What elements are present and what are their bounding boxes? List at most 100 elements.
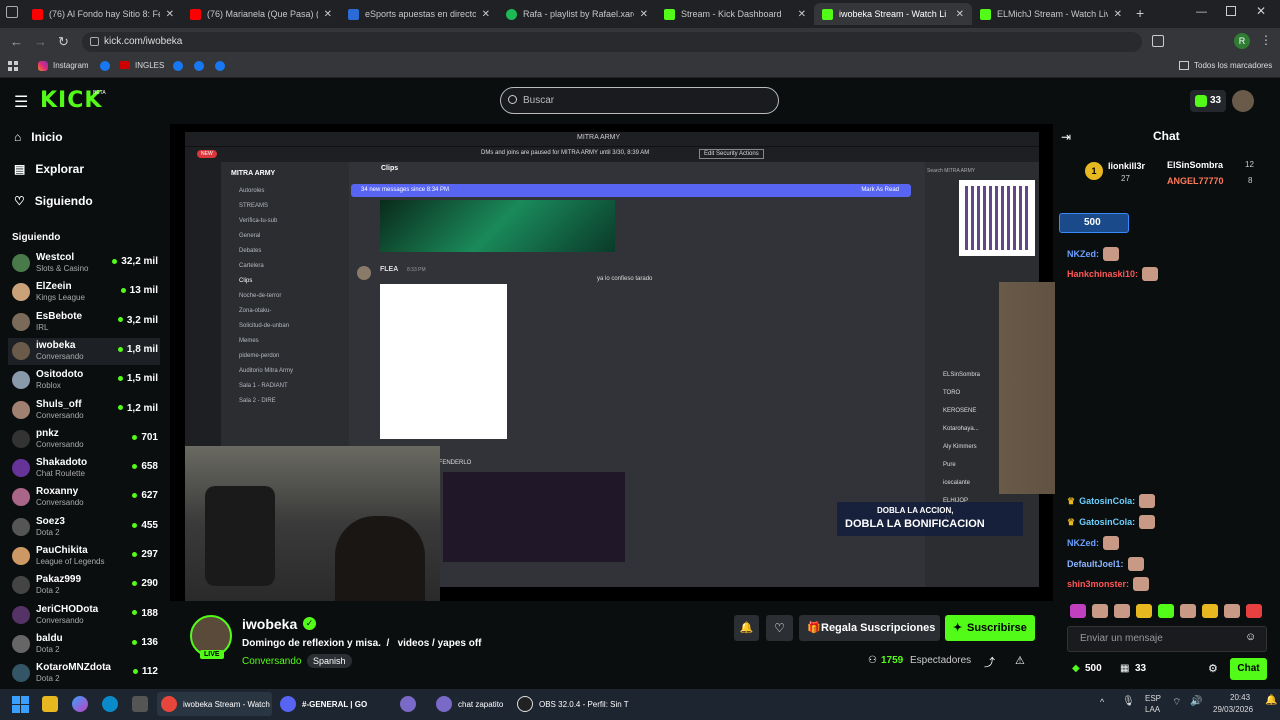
taskbar-app[interactable] — [400, 692, 422, 716]
minimize-icon[interactable]: — — [1196, 6, 1207, 18]
discord-channel-item[interactable]: pideme-perdon — [239, 353, 279, 359]
tray-chevron-icon[interactable]: ^ — [1100, 697, 1104, 707]
emote[interactable] — [1070, 604, 1086, 618]
edge-icon[interactable] — [102, 692, 124, 716]
emote[interactable] — [1202, 604, 1218, 618]
copilot-icon[interactable] — [72, 692, 94, 716]
browser-tab-3[interactable]: eSports apuestas en directo ✕ — [340, 3, 498, 25]
close-tab-icon[interactable]: ✕ — [324, 9, 332, 20]
emote[interactable] — [1092, 604, 1108, 618]
browser-tab-5[interactable]: Stream - Kick Dashboard ✕ — [656, 3, 814, 25]
following-channel[interactable]: KotaroMNZdota Dota 2 112 — [8, 660, 160, 687]
close-tab-icon[interactable]: ✕ — [166, 9, 174, 20]
clock-time[interactable]: 20:43 — [1230, 693, 1250, 702]
browser-tab-1[interactable]: (76) Al Fondo hay Sitio 8: Ferna✕ — [24, 3, 182, 25]
profile-avatar[interactable]: R — [1234, 33, 1250, 49]
search-input[interactable]: Buscar — [500, 87, 779, 114]
close-tab-icon[interactable]: ✕ — [1114, 9, 1122, 20]
subscribe-button[interactable]: ✦ Suscribirse — [945, 615, 1035, 641]
emote[interactable] — [1224, 604, 1240, 618]
discord-channel-item[interactable]: Debates — [239, 248, 261, 254]
volume-icon[interactable]: 🔊 — [1190, 696, 1202, 707]
report-icon[interactable]: ⚠ — [1015, 654, 1025, 667]
discord-channel-item[interactable]: Noche-de-terror — [239, 293, 281, 299]
discord-channel-item[interactable]: Memes — [239, 338, 259, 344]
following-channel[interactable]: Westcol Slots & Casino 32,2 mil — [8, 250, 160, 277]
nav-inicio[interactable]: ⌂ Inicio — [14, 130, 63, 144]
clock-date[interactable]: 29/03/2026 — [1213, 705, 1253, 714]
following-channel[interactable]: Shuls_off Conversando 1,2 mil — [8, 397, 160, 424]
new-messages-bar[interactable]: 34 new messages since 8:34 PM Mark As Re… — [351, 184, 911, 197]
send-chat-button[interactable]: Chat — [1230, 658, 1267, 680]
gift-subs-button[interactable]: 🎁 Regala Suscripciones — [799, 615, 940, 641]
emote[interactable] — [1136, 604, 1152, 618]
points-goal[interactable]: 500 — [1059, 213, 1129, 233]
facebook-icon[interactable] — [100, 61, 110, 71]
browser-tab-6-active[interactable]: iwobeka Stream - Watch Li ✕ — [814, 3, 972, 25]
file-explorer-icon[interactable] — [42, 692, 64, 716]
language-indicator-2[interactable]: LAA — [1145, 705, 1160, 714]
discord-channel-item[interactable]: Sala 2 - DIRE — [239, 398, 276, 404]
maximize-icon[interactable] — [1226, 6, 1236, 16]
collapse-chat-icon[interactable]: ⇥ — [1061, 130, 1071, 144]
streamer-name[interactable]: iwobeka — [242, 616, 297, 632]
emote[interactable] — [1114, 604, 1130, 618]
stream-category[interactable]: Conversando — [242, 656, 301, 667]
discord-channel-item[interactable]: Sala 1 - RADIANT — [239, 383, 288, 389]
leader-name[interactable]: lionkill3r — [1108, 161, 1145, 171]
back-icon[interactable]: ← — [10, 34, 23, 49]
notifications-icon[interactable]: 🔔 — [1265, 695, 1277, 706]
discord-channel-item[interactable]: Cartelera — [239, 263, 264, 269]
reload-icon[interactable]: ↻ — [58, 34, 69, 50]
forward-icon[interactable]: → — [34, 34, 47, 49]
following-channel[interactable]: iwobeka Conversando 1,8 mil — [8, 337, 160, 365]
taskbar-discord[interactable]: #-GENERAL | GO — [280, 692, 367, 716]
follow-heart-icon[interactable]: ♡ — [766, 615, 793, 641]
new-tab-icon[interactable]: + — [1136, 5, 1144, 21]
video-player[interactable]: MITRA ARMY NEW DMs and joins are paused … — [170, 124, 1280, 601]
points-count[interactable]: 500 — [1085, 663, 1102, 674]
hamburger-menu-icon[interactable]: ☰ — [14, 92, 28, 112]
discord-member[interactable]: icecalante — [943, 480, 970, 486]
kicks-count[interactable]: 33 — [1135, 663, 1146, 674]
discord-channel-item[interactable]: Clips — [239, 278, 252, 284]
windows-start-icon[interactable] — [12, 692, 29, 716]
discord-channel-item[interactable]: Auditorio Mitra Army — [239, 368, 293, 374]
discord-member[interactable]: Aly Kimmers — [943, 444, 977, 450]
discord-channel-item[interactable]: Solicitud-de-unban — [239, 323, 289, 329]
url-bar[interactable]: kick.com/iwobeka — [82, 32, 1142, 52]
bookmark-ingles[interactable]: INGLES — [135, 61, 164, 70]
notification-bell-icon[interactable]: 🔔 — [734, 615, 759, 641]
share-icon[interactable]: ⤴ — [984, 654, 995, 670]
following-channel[interactable]: EsBebote IRL 3,2 mil — [8, 309, 160, 336]
close-tab-icon[interactable]: ✕ — [640, 9, 648, 20]
facebook-icon[interactable] — [173, 61, 183, 71]
user-avatar[interactable] — [1232, 90, 1254, 112]
following-channel[interactable]: JeriCHODota Conversando 188 — [8, 602, 160, 629]
leader-name[interactable]: ElSinSombra — [1167, 160, 1223, 170]
store-icon[interactable] — [132, 692, 154, 716]
facebook-icon[interactable] — [215, 61, 225, 71]
following-channel[interactable]: ElZeein Kings League 13 mil — [8, 279, 160, 306]
following-channel[interactable]: Soez3 Dota 2 455 — [8, 514, 160, 541]
discord-channel-item[interactable]: General — [239, 233, 260, 239]
nav-siguiendo[interactable]: ♡ Siguiendo — [14, 194, 93, 208]
following-channel[interactable]: Shakadoto Chat Roulette 658 — [8, 455, 160, 482]
following-channel[interactable]: Ositodoto Roblox 1,5 mil — [8, 367, 160, 394]
following-channel[interactable]: Pakaz999 Dota 2 290 — [8, 572, 160, 599]
menu-kebab-icon[interactable]: ⋮ — [1260, 33, 1272, 47]
microphone-icon[interactable]: 🎙 — [1122, 696, 1135, 707]
emote[interactable] — [1158, 604, 1174, 618]
wifi-icon[interactable]: ⌔ — [1172, 696, 1181, 709]
following-channel[interactable]: Roxanny Conversando 627 — [8, 484, 160, 511]
emote[interactable] — [1246, 604, 1262, 618]
following-channel[interactable]: pnkz Conversando 701 — [8, 426, 160, 453]
apps-grid-icon[interactable] — [8, 61, 18, 71]
language-indicator[interactable]: ESP — [1145, 694, 1161, 703]
discord-channel-item[interactable]: Autoroles — [239, 188, 264, 194]
tab-search-icon[interactable] — [6, 6, 18, 18]
browser-tab-2[interactable]: (76) Marianela (Que Pasa) (Exte✕ — [182, 3, 340, 25]
settings-gear-icon[interactable]: ⚙ — [1208, 662, 1218, 675]
close-tab-icon[interactable]: ✕ — [798, 9, 806, 20]
close-window-icon[interactable]: ✕ — [1256, 4, 1266, 18]
